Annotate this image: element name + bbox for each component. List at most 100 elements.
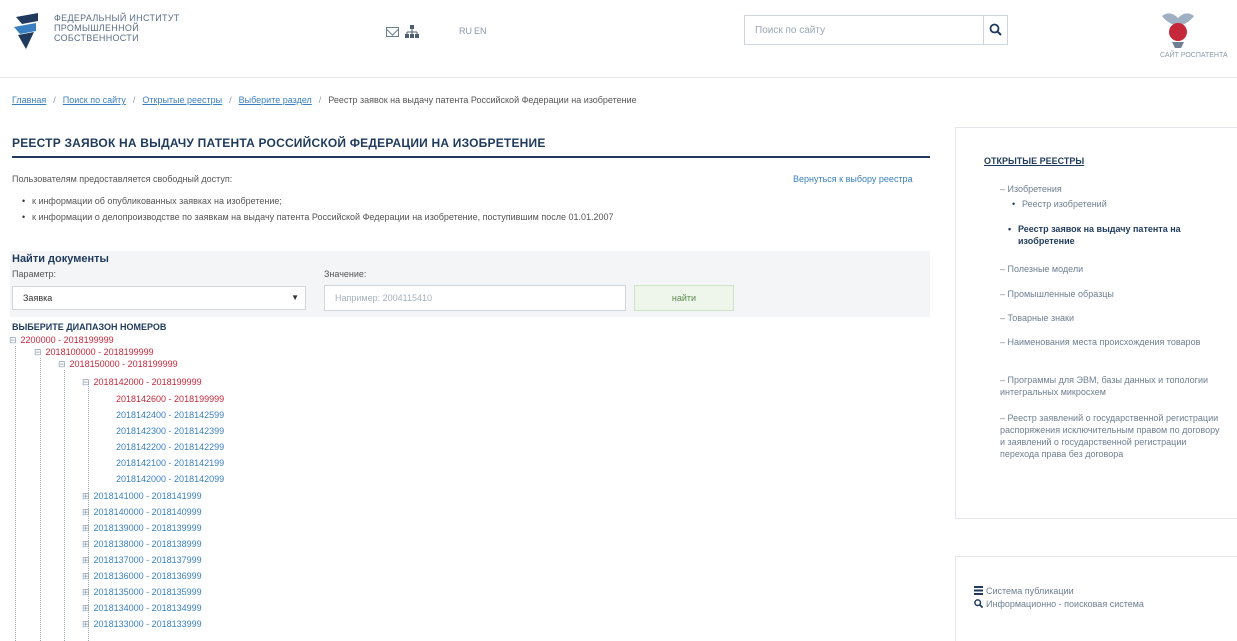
tree-node-label[interactable]: 2018142000 - 2018142099: [116, 474, 224, 484]
tree-node-label[interactable]: 2200000 - 2018199999: [21, 335, 114, 345]
breadcrumb-separator: /: [229, 95, 232, 105]
tree-node[interactable]: ⊟ 2018100000 - 2018199999: [34, 346, 154, 358]
tree-node-label[interactable]: 2018150000 - 2018199999: [70, 359, 178, 369]
tree-node-label[interactable]: 2018142000 - 2018199999: [94, 377, 202, 387]
find-button[interactable]: найти: [634, 285, 734, 311]
rospatent-label[interactable]: САЙТ РОСПАТЕНТА: [1160, 52, 1228, 59]
sidebar-item-appellations-of-origin[interactable]: – Наименования места происхождения товар…: [1000, 336, 1214, 348]
expand-icon[interactable]: ⊞: [82, 491, 90, 501]
collapse-icon[interactable]: ⊟: [34, 347, 42, 357]
access-intro: Пользователям предоставляется свободный …: [12, 174, 233, 184]
tree-node[interactable]: 2018142100 - 2018142199: [116, 457, 224, 469]
sidebar-item-rights-disposal-registry[interactable]: – Реестр заявлений о государственной рег…: [1000, 412, 1220, 460]
sidebar-item-utility-models[interactable]: – Полезные модели: [1000, 263, 1220, 275]
sidebar-subitem-inventions-registry[interactable]: Реестр изобретений: [1012, 198, 1222, 210]
page-title: РЕЕСТР ЗАЯВОК НА ВЫДАЧУ ПАТЕНТА РОССИЙСК…: [12, 136, 546, 150]
access-list: к информации об опубликованных заявках н…: [22, 195, 722, 227]
breadcrumb-separator: /: [53, 95, 56, 105]
tree-node-label[interactable]: 2018137000 - 2018137999: [94, 555, 202, 565]
tree-node-label[interactable]: 2018133000 - 2018133999: [94, 619, 202, 629]
site-search-input[interactable]: [745, 16, 985, 44]
tree-node-label[interactable]: 2018140000 - 2018140999: [94, 507, 202, 517]
logo-text[interactable]: ФЕДЕРАЛЬНЫЙ ИНСТИТУТ ПРОМЫШЛЕННОЙ СОБСТВ…: [54, 13, 180, 43]
sidebar-item-inventions[interactable]: – Изобретения: [1000, 183, 1220, 195]
value-input[interactable]: [324, 285, 626, 311]
breadcrumb-home[interactable]: Главная: [12, 95, 46, 105]
tree-node[interactable]: ⊟ 2018150000 - 2018199999: [58, 358, 178, 370]
rospatent-emblem-icon[interactable]: [1160, 8, 1196, 48]
expand-icon[interactable]: ⊞: [82, 571, 90, 581]
tree-node-label[interactable]: 2018135000 - 2018135999: [94, 587, 202, 597]
fips-logo-icon[interactable]: [12, 13, 42, 49]
breadcrumb-site-search[interactable]: Поиск по сайту: [63, 95, 126, 105]
search-icon: [974, 599, 983, 608]
collapse-icon[interactable]: ⊟: [9, 335, 17, 345]
publication-system-icon: [974, 586, 983, 595]
breadcrumb-choose-section[interactable]: Выберите раздел: [239, 95, 312, 105]
tree-node[interactable]: ⊞ 2018134000 - 2018134999: [82, 602, 202, 614]
tree-node-label[interactable]: 2018100000 - 2018199999: [46, 347, 154, 357]
expand-icon[interactable]: ⊞: [82, 507, 90, 517]
sitemap-icon[interactable]: [405, 25, 419, 39]
sidebar-title[interactable]: ОТКРЫТЫЕ РЕЕСТРЫ: [984, 156, 1084, 166]
dropdown-caret-icon: ▼: [291, 293, 299, 302]
expand-icon[interactable]: ⊞: [82, 523, 90, 533]
tree-node[interactable]: 2018142000 - 2018142099: [116, 473, 224, 485]
tree-node[interactable]: ⊞ 2018135000 - 2018135999: [82, 586, 202, 598]
logo-line-1: ФЕДЕРАЛЬНЫЙ ИНСТИТУТ: [54, 13, 180, 23]
breadcrumb-current: Реестр заявок на выдачу патента Российск…: [328, 95, 637, 105]
lang-ru-link[interactable]: RU: [459, 26, 472, 36]
tree-node[interactable]: ⊞ 2018137000 - 2018137999: [82, 554, 202, 566]
services-box: Система публикации Информационно - поиск…: [955, 556, 1237, 641]
expand-icon[interactable]: ⊞: [82, 539, 90, 549]
search-button[interactable]: [983, 16, 1007, 44]
tree-guide-line: [15, 346, 16, 641]
tree-node[interactable]: 2018142400 - 2018142599: [116, 409, 224, 421]
mail-icon[interactable]: [386, 27, 399, 37]
sidebar-item-trademarks[interactable]: – Товарные знаки: [1000, 312, 1220, 324]
tree-node[interactable]: ⊞ 2018136000 - 2018136999: [82, 570, 202, 582]
expand-icon[interactable]: ⊞: [82, 603, 90, 613]
search-icon: [989, 23, 1002, 36]
tree-node-label[interactable]: 2018142300 - 2018142399: [116, 426, 224, 436]
tree-node-label[interactable]: 2018142200 - 2018142299: [116, 442, 224, 452]
tree-node[interactable]: ⊞ 2018140000 - 2018140999: [82, 506, 202, 518]
back-to-registry-link[interactable]: Вернуться к выбору реестра: [793, 174, 913, 184]
tree-node-label[interactable]: 2018136000 - 2018136999: [94, 571, 202, 581]
publication-system-link[interactable]: Система публикации: [986, 586, 1074, 596]
tree-node[interactable]: ⊞ 2018138000 - 2018138999: [82, 538, 202, 550]
tree-node[interactable]: ⊟ 2018142000 - 2018199999: [82, 376, 202, 388]
sidebar-subitem-applications-registry[interactable]: Реестр заявок на выдачу патента на изобр…: [1008, 223, 1228, 247]
tree-node-label[interactable]: 2018134000 - 2018134999: [94, 603, 202, 613]
expand-icon[interactable]: ⊞: [82, 587, 90, 597]
parameter-label: Параметр:: [12, 269, 57, 279]
tree-node[interactable]: ⊞ 2018139000 - 2018139999: [82, 522, 202, 534]
tree-node-label[interactable]: 2018138000 - 2018138999: [94, 539, 202, 549]
tree-node[interactable]: ⊟ 2200000 - 2018199999: [9, 334, 114, 346]
tree-node-selected[interactable]: 2018142600 - 2018199999: [116, 393, 224, 405]
number-range-tree: ⊟ 2200000 - 2018199999 ⊟ 2018100000 - 2018…: [0, 334, 400, 641]
tree-node-label[interactable]: 2018139000 - 2018139999: [94, 523, 202, 533]
collapse-icon[interactable]: ⊟: [82, 377, 90, 387]
expand-icon[interactable]: ⊞: [82, 555, 90, 565]
access-item: к информации о делопроизводстве по заявк…: [22, 211, 722, 223]
parameter-select[interactable]: Заявка ▼: [12, 286, 306, 310]
breadcrumb: Главная / Поиск по сайту / Открытые реестры /…: [12, 95, 637, 105]
breadcrumb-open-registries[interactable]: Открытые реестры: [142, 95, 222, 105]
sidebar-item-software-databases[interactable]: – Программы для ЭВМ, базы данных и топол…: [1000, 374, 1214, 398]
tree-node-label[interactable]: 2018141000 - 2018141999: [94, 491, 202, 501]
open-registries-sidebar: ОТКРЫТЫЕ РЕЕСТРЫ – Изобретения Реестр из…: [955, 127, 1237, 519]
information-search-system-link[interactable]: Информационно - поисковая система: [986, 599, 1144, 609]
tree-node[interactable]: 2018142300 - 2018142399: [116, 425, 224, 437]
sidebar-item-industrial-designs[interactable]: – Промышленные образцы: [1000, 288, 1220, 300]
tree-node-label[interactable]: 2018142100 - 2018142199: [116, 458, 224, 468]
tree-node[interactable]: 2018142200 - 2018142299: [116, 441, 224, 453]
tree-node[interactable]: ⊞ 2018141000 - 2018141999: [82, 490, 202, 502]
lang-en-link[interactable]: EN: [474, 26, 487, 36]
tree-node-label[interactable]: 2018142400 - 2018142599: [116, 410, 224, 420]
logo-line-3: СОБСТВЕННОСТИ: [54, 33, 139, 43]
tree-node-label[interactable]: 2018142600 - 2018199999: [116, 394, 224, 404]
tree-node[interactable]: ⊞ 2018133000 - 2018133999: [82, 618, 202, 630]
collapse-icon[interactable]: ⊟: [58, 359, 66, 369]
expand-icon[interactable]: ⊞: [82, 619, 90, 629]
